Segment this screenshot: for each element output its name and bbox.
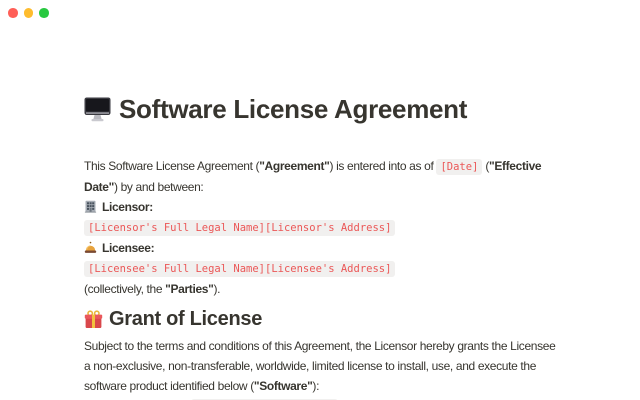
licensee-code-line[interactable]: [Licensee's Full Legal Name][Licensee's … (84, 258, 562, 279)
notion-document-window: Software License Agreement This Software… (0, 0, 640, 400)
bullet-marker: • (84, 396, 102, 400)
desktop-computer-icon (84, 97, 111, 122)
software-name-bullet[interactable]: • Software Name: [Name of the Software] (84, 396, 562, 400)
office-building-icon (84, 200, 97, 213)
minimize-button[interactable] (24, 8, 34, 18)
licensor-label-text: Licensor: (102, 200, 153, 214)
page-title-text: Software License Agreement (119, 94, 467, 124)
licensee-label[interactable]: Licensee: (84, 238, 562, 258)
zoom-button[interactable] (39, 8, 49, 18)
close-button[interactable] (8, 8, 18, 18)
page-title[interactable]: Software License Agreement (84, 94, 562, 124)
licensor-placeholder-code: [Licensor's Full Legal Name][Licensor's … (84, 220, 395, 236)
licensee-placeholder-code: [Licensee's Full Legal Name][Licensee's … (84, 261, 395, 277)
grant-heading-text: Grant of License (109, 306, 262, 332)
window-controls (8, 8, 52, 18)
gift-icon (84, 310, 103, 329)
licensor-code-line[interactable]: [Licensor's Full Legal Name][Licensor's … (84, 217, 562, 238)
grant-paragraph[interactable]: Subject to the terms and conditions of t… (84, 336, 562, 396)
licensee-label-text: Licensee: (102, 241, 154, 255)
software-name-text: Software Name: [Name of the Software] (102, 396, 562, 400)
bellhop-bell-icon (84, 241, 97, 254)
inline-code-token: [Date] (436, 159, 482, 175)
parties-paragraph[interactable]: (collectively, the "Parties"). (84, 279, 562, 299)
grant-of-license-heading[interactable]: Grant of License (84, 306, 562, 332)
document-body: Software License Agreement This Software… (84, 94, 562, 400)
licensor-label[interactable]: Licensor: (84, 197, 562, 217)
intro-paragraph[interactable]: This Software License Agreement ("Agreem… (84, 156, 562, 197)
